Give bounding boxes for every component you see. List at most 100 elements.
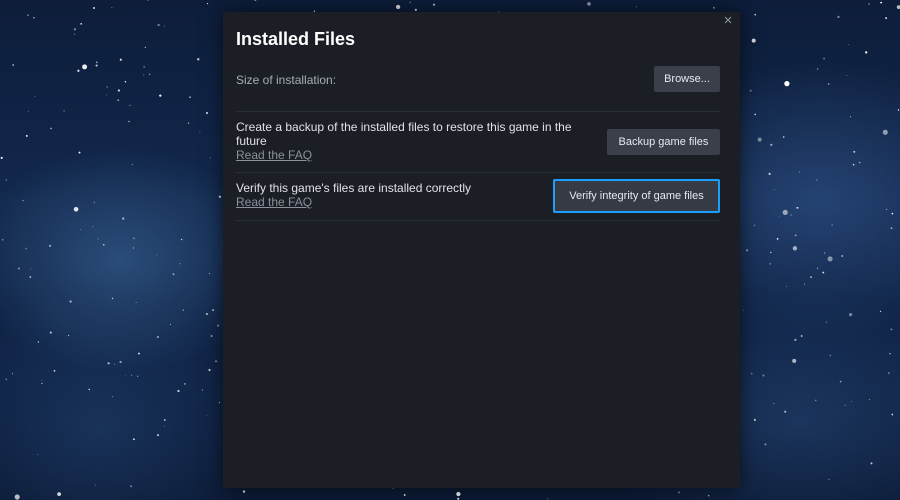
star <box>823 57 826 60</box>
backup-faq-link[interactable]: Read the FAQ <box>236 148 586 162</box>
star <box>810 276 813 279</box>
star <box>846 74 848 76</box>
star <box>837 15 840 19</box>
star <box>757 137 762 142</box>
star <box>159 94 162 97</box>
star <box>73 207 79 212</box>
star <box>92 226 94 228</box>
star <box>25 134 28 137</box>
star <box>49 244 52 247</box>
star <box>209 157 211 159</box>
star <box>119 360 122 364</box>
star <box>17 267 20 270</box>
star <box>34 95 36 97</box>
star <box>850 400 852 402</box>
star <box>891 413 894 416</box>
star <box>149 73 151 75</box>
star <box>124 80 127 83</box>
star <box>94 484 96 486</box>
star <box>57 492 62 497</box>
star <box>163 418 166 421</box>
star <box>156 254 158 256</box>
star <box>749 89 752 92</box>
backup-game-files-button[interactable]: Backup game files <box>607 129 720 155</box>
star <box>817 267 819 269</box>
star <box>208 272 210 275</box>
star <box>764 443 767 446</box>
star <box>97 238 99 240</box>
verify-faq-link[interactable]: Read the FAQ <box>236 195 536 209</box>
star <box>14 494 20 500</box>
star <box>794 234 797 237</box>
star <box>128 120 130 123</box>
star <box>870 462 873 465</box>
star <box>754 113 756 116</box>
star <box>0 156 3 159</box>
star <box>130 485 133 488</box>
star <box>131 374 133 376</box>
star <box>37 454 39 456</box>
verify-integrity-button[interactable]: Verify integrity of game files <box>553 179 720 213</box>
star <box>144 46 146 49</box>
star <box>547 498 549 500</box>
browse-button[interactable]: Browse... <box>654 66 720 92</box>
star <box>12 64 14 66</box>
star <box>774 188 776 190</box>
star <box>41 379 43 381</box>
star <box>409 1 411 4</box>
star <box>111 7 113 9</box>
backup-description: Create a backup of the installed files t… <box>236 120 572 148</box>
star <box>132 247 134 249</box>
backup-description-block: Create a backup of the installed files t… <box>236 120 586 162</box>
star <box>784 410 787 413</box>
dialog-title: Installed Files <box>236 29 356 49</box>
star <box>212 309 215 312</box>
star <box>187 122 190 124</box>
star <box>103 244 105 246</box>
star <box>782 209 788 215</box>
star <box>182 309 184 311</box>
star <box>852 163 855 166</box>
star <box>73 28 77 31</box>
star <box>208 368 211 372</box>
installed-files-dialog: × Installed Files Size of installation: … <box>223 12 740 488</box>
star <box>137 375 139 377</box>
star <box>199 131 201 132</box>
star <box>106 86 108 88</box>
star <box>753 224 756 227</box>
star <box>823 252 826 254</box>
star <box>753 418 757 422</box>
star <box>122 217 125 220</box>
star <box>170 323 171 325</box>
star <box>157 23 160 27</box>
star <box>829 354 832 357</box>
desktop-background: × Installed Files Size of installation: … <box>0 0 900 500</box>
star <box>157 434 159 437</box>
star <box>177 389 180 393</box>
star <box>796 206 799 209</box>
close-icon[interactable]: × <box>722 13 734 29</box>
star <box>41 382 43 384</box>
star <box>135 301 137 303</box>
star <box>218 195 222 198</box>
star <box>784 80 790 87</box>
star <box>762 374 765 377</box>
star <box>816 179 818 181</box>
star <box>849 313 853 317</box>
star <box>77 69 80 72</box>
verify-description: Verify this game's files are installed c… <box>236 181 472 195</box>
star <box>825 321 827 323</box>
star <box>125 375 127 377</box>
star <box>133 237 135 240</box>
star <box>95 61 98 64</box>
star <box>114 363 115 365</box>
star <box>117 89 121 92</box>
star <box>25 247 27 250</box>
verify-row: Verify this game's files are installed c… <box>236 173 720 221</box>
star <box>432 3 436 6</box>
star <box>138 352 140 355</box>
star <box>880 310 882 312</box>
star <box>12 373 14 375</box>
star <box>770 143 773 146</box>
star <box>93 201 96 204</box>
